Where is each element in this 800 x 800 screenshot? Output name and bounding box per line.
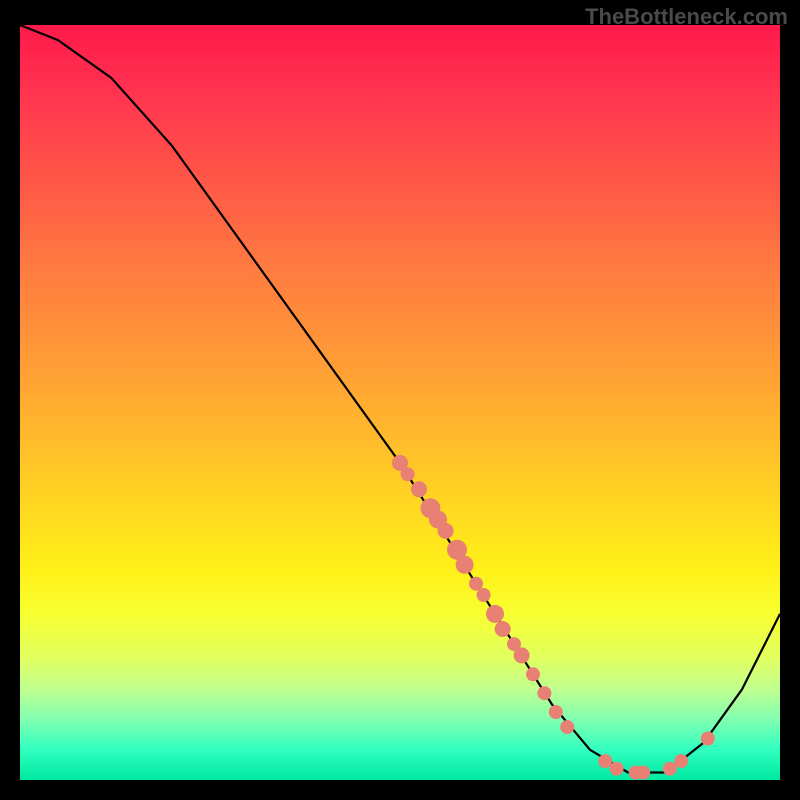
- scatter-dot: [537, 686, 551, 700]
- chart-plot-area: [20, 25, 780, 780]
- scatter-dot: [610, 762, 624, 776]
- scatter-dot: [486, 605, 504, 623]
- scatter-dot: [411, 481, 427, 497]
- scatter-dot: [495, 621, 511, 637]
- scatter-dot: [526, 667, 540, 681]
- scatter-dot: [598, 754, 612, 768]
- scatter-dot: [663, 762, 677, 776]
- scatter-dot: [674, 754, 688, 768]
- scatter-dot: [438, 523, 454, 539]
- scatter-dot: [636, 766, 650, 780]
- scatter-dot: [560, 720, 574, 734]
- scatter-dot: [401, 467, 415, 481]
- scatter-dot: [456, 556, 474, 574]
- scatter-dots: [392, 455, 715, 780]
- watermark-text: TheBottleneck.com: [585, 4, 788, 30]
- scatter-dot: [549, 705, 563, 719]
- scatter-dot: [477, 588, 491, 602]
- scatter-dot: [701, 732, 715, 746]
- curve-line: [20, 25, 780, 773]
- scatter-dot: [514, 647, 530, 663]
- chart-svg: [20, 25, 780, 780]
